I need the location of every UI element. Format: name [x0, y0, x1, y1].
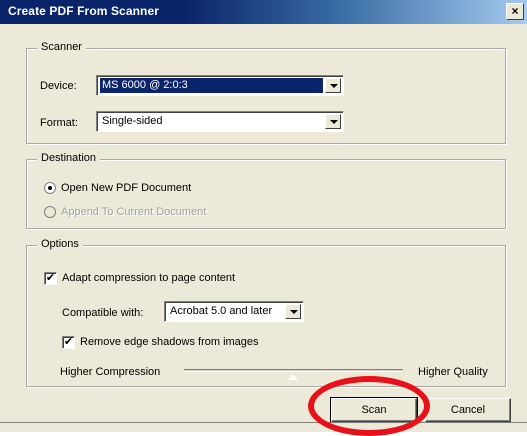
create-pdf-dialog: Create PDF From Scanner × Scanner Device… [0, 0, 527, 432]
format-select[interactable]: Single-sided [96, 111, 344, 132]
slider-right-label: Higher Quality [418, 366, 488, 378]
open-new-label[interactable]: Open New PDF Document [61, 182, 191, 194]
dialog-bottom-edge [0, 422, 527, 423]
quality-slider[interactable] [184, 369, 403, 372]
remove-shadows-label[interactable]: Remove edge shadows from images [80, 336, 259, 348]
format-value: Single-sided [102, 115, 163, 127]
chevron-down-icon[interactable] [325, 114, 341, 129]
destination-legend: Destination [37, 152, 101, 164]
device-label: Device: [40, 80, 77, 92]
remove-shadows-checkbox[interactable]: ✔ [62, 336, 75, 349]
format-label: Format: [40, 117, 78, 129]
title-bar[interactable]: Create PDF From Scanner × [0, 0, 527, 24]
compatible-label: Compatible with: [62, 307, 144, 319]
compatible-select[interactable]: Acrobat 5.0 and later [164, 301, 304, 322]
destination-group: Destination [26, 152, 506, 229]
scanner-legend: Scanner [37, 41, 86, 53]
cancel-button[interactable]: Cancel [425, 398, 511, 422]
device-select[interactable]: MS 6000 @ 2:0:3 [96, 75, 344, 96]
slider-left-label: Higher Compression [60, 366, 161, 378]
slider-thumb[interactable] [288, 374, 298, 380]
close-icon[interactable]: × [506, 3, 524, 20]
radio-open-new[interactable] [44, 182, 56, 194]
scan-button[interactable]: Scan [330, 397, 418, 423]
chevron-down-icon[interactable] [285, 304, 301, 319]
device-value: MS 6000 @ 2:0:3 [100, 78, 323, 93]
chevron-down-icon[interactable] [325, 78, 341, 93]
compatible-value: Acrobat 5.0 and later [170, 305, 273, 317]
radio-append [44, 206, 56, 218]
adapt-compression-checkbox[interactable]: ✔ [44, 272, 57, 285]
append-label: Append To Current Document [61, 206, 207, 218]
adapt-compression-label[interactable]: Adapt compression to page content [62, 272, 235, 284]
window-title: Create PDF From Scanner [8, 4, 160, 18]
options-legend: Options [37, 238, 83, 250]
